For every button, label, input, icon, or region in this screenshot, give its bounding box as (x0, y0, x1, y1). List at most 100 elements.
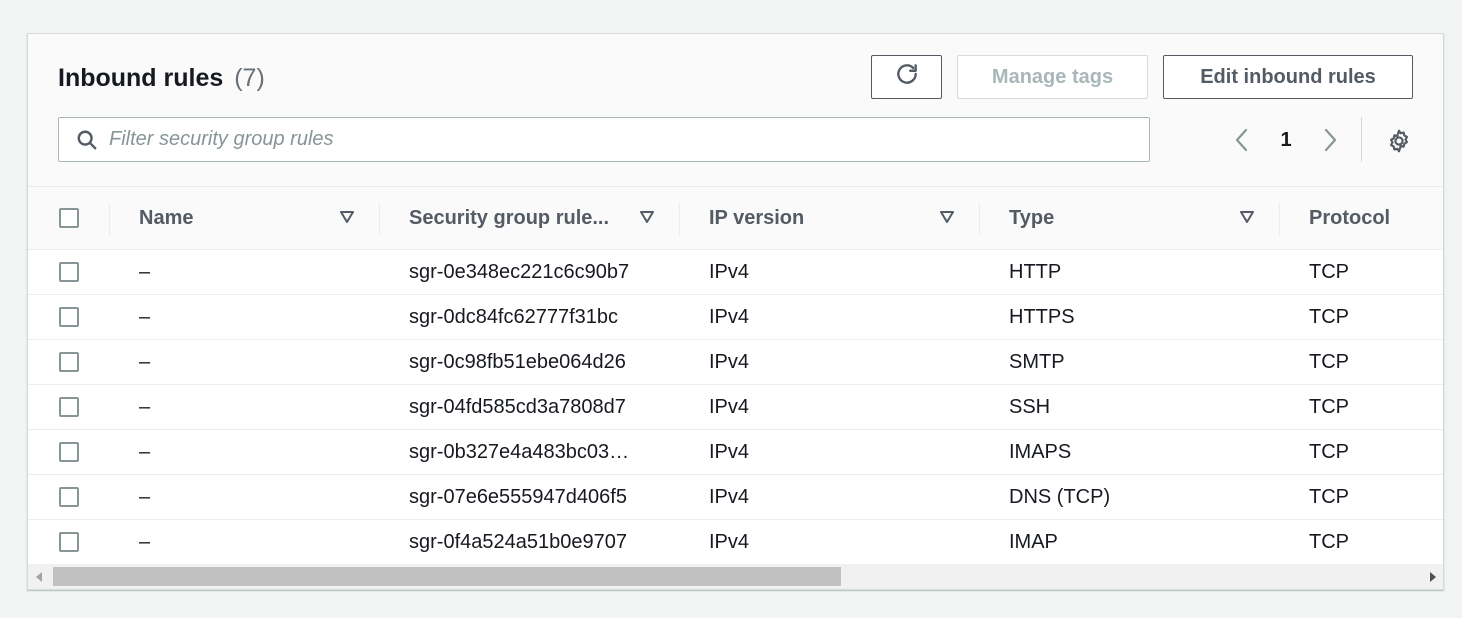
table-row[interactable]: – sgr-0e348ec221c6c90b7 IPv4 HTTP TCP (28, 249, 1443, 295)
cell-protocol: TCP (1309, 530, 1349, 553)
table-header-row: Name Security group rule... IP version T… (28, 186, 1443, 250)
cell-ip-version: IPv4 (709, 440, 750, 463)
table-row[interactable]: – sgr-0b327e4a483bc03… IPv4 IMAPS TCP (28, 429, 1443, 475)
cell-rule-id: sgr-0dc84fc62777f31bc (409, 305, 619, 328)
cell-protocol: TCP (1309, 305, 1349, 328)
cell-name: – (139, 305, 151, 328)
row-checkbox[interactable] (58, 487, 79, 508)
column-header-ip-version[interactable]: IP version (679, 187, 979, 250)
pager-divider (1361, 117, 1362, 162)
column-divider (979, 203, 980, 235)
cell-rule-id: sgr-0c98fb51ebe064d26 (409, 350, 626, 373)
table-row[interactable]: – sgr-0dc84fc62777f31bc IPv4 HTTPS TCP (28, 294, 1443, 340)
cell-ip-version: IPv4 (709, 260, 750, 283)
cell-name: – (139, 440, 151, 463)
row-checkbox[interactable] (58, 262, 79, 283)
cell-protocol: TCP (1309, 350, 1349, 373)
cell-ip-version: IPv4 (709, 350, 750, 373)
column-header-rule-id[interactable]: Security group rule... (379, 187, 679, 250)
cell-rule-id: sgr-04fd585cd3a7808d7 (409, 395, 626, 418)
column-header-type[interactable]: Type (979, 187, 1279, 250)
caret-down-icon[interactable] (639, 207, 655, 230)
row-select-cell (28, 430, 109, 475)
cell-rule-id: sgr-07e6e555947d406f5 (409, 485, 627, 508)
table-row[interactable]: – sgr-0c98fb51ebe064d26 IPv4 SMTP TCP (28, 339, 1443, 385)
cell-name: – (139, 485, 151, 508)
cell-name: – (139, 350, 151, 373)
page-title: Inbound rules (7) (58, 64, 265, 93)
table-row[interactable]: – sgr-04fd585cd3a7808d7 IPv4 SSH TCP (28, 384, 1443, 430)
cell-type: DNS (TCP) (1009, 485, 1111, 508)
cell-ip-version: IPv4 (709, 530, 750, 553)
gear-icon[interactable] (1384, 126, 1414, 156)
select-all-checkbox[interactable] (58, 208, 79, 229)
cell-protocol: TCP (1309, 440, 1349, 463)
chevron-left-icon[interactable] (1228, 126, 1256, 154)
refresh-icon (894, 61, 920, 93)
column-divider (679, 203, 680, 235)
cell-protocol: TCP (1309, 260, 1349, 283)
scroll-left-icon[interactable] (28, 564, 50, 589)
title-text: Inbound rules (58, 64, 224, 92)
row-checkbox[interactable] (58, 307, 79, 328)
cell-protocol: TCP (1309, 395, 1349, 418)
cell-name: – (139, 395, 151, 418)
manage-tags-button[interactable]: Manage tags (957, 55, 1148, 99)
cell-ip-version: IPv4 (709, 395, 750, 418)
edit-inbound-rules-button[interactable]: Edit inbound rules (1163, 55, 1413, 99)
column-label: Type (1009, 206, 1055, 229)
cell-type: HTTP (1009, 260, 1062, 283)
cell-type: SMTP (1009, 350, 1065, 373)
refresh-button[interactable] (871, 55, 942, 99)
row-checkbox[interactable] (58, 397, 79, 418)
pagination: 1 (1228, 124, 1344, 156)
cell-type: IMAPS (1009, 440, 1072, 463)
cell-rule-id: sgr-0f4a524a51b0e9707 (409, 530, 627, 553)
cell-rule-id: sgr-0b327e4a483bc03… (409, 440, 630, 463)
row-select-cell (28, 475, 109, 520)
inbound-rules-panel: Inbound rules (7) Manage tags Edit inbou… (27, 33, 1444, 590)
row-select-cell (28, 385, 109, 430)
caret-down-icon[interactable] (339, 207, 355, 230)
search-input[interactable] (109, 128, 1109, 151)
rules-table: Name Security group rule... IP version T… (28, 186, 1443, 565)
column-header-name[interactable]: Name (109, 187, 379, 250)
column-divider (379, 203, 380, 235)
select-all-cell (28, 187, 109, 250)
row-select-cell (28, 520, 109, 565)
scrollbar-thumb[interactable] (53, 567, 841, 586)
panel-header: Inbound rules (7) Manage tags Edit inbou… (28, 34, 1443, 186)
row-checkbox[interactable] (58, 352, 79, 373)
scroll-right-icon[interactable] (1422, 564, 1443, 589)
cell-protocol: TCP (1309, 485, 1349, 508)
cell-name: – (139, 530, 151, 553)
chevron-right-icon[interactable] (1316, 126, 1344, 154)
row-checkbox[interactable] (58, 532, 79, 553)
row-checkbox[interactable] (58, 442, 79, 463)
cell-ip-version: IPv4 (709, 305, 750, 328)
cell-type: HTTPS (1009, 305, 1075, 328)
search-icon (75, 128, 99, 152)
search-field[interactable] (58, 117, 1150, 162)
table-row[interactable]: – sgr-0f4a524a51b0e9707 IPv4 IMAP TCP (28, 519, 1443, 565)
cell-rule-id: sgr-0e348ec221c6c90b7 (409, 260, 630, 283)
row-select-cell (28, 295, 109, 340)
caret-down-icon[interactable] (1239, 207, 1255, 230)
page-number[interactable]: 1 (1256, 129, 1316, 152)
caret-down-icon[interactable] (939, 207, 955, 230)
column-label: Name (139, 206, 194, 229)
column-divider (1279, 203, 1280, 235)
horizontal-scrollbar[interactable] (28, 564, 1443, 589)
cell-type: IMAP (1009, 530, 1058, 553)
cell-ip-version: IPv4 (709, 485, 750, 508)
cell-type: SSH (1009, 395, 1051, 418)
column-divider (109, 203, 110, 235)
column-label: Protocol (1309, 206, 1391, 229)
rule-count: (7) (234, 64, 265, 92)
row-select-cell (28, 250, 109, 295)
row-select-cell (28, 340, 109, 385)
column-label: IP version (709, 206, 805, 229)
column-header-protocol[interactable]: Protocol (1279, 187, 1443, 250)
table-row[interactable]: – sgr-07e6e555947d406f5 IPv4 DNS (TCP) T… (28, 474, 1443, 520)
column-label: Security group rule... (409, 206, 610, 229)
